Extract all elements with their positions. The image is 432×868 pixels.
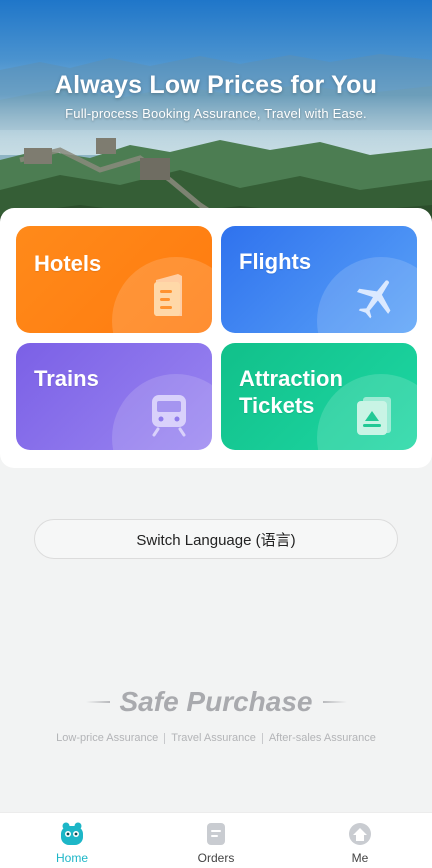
assurance-item: Travel Assurance <box>171 732 256 744</box>
services-panel: Hotels Flights Trains Attraction Tickets <box>0 208 432 468</box>
tab-orders-label: Orders <box>197 851 235 865</box>
decor-dash-left <box>85 701 110 703</box>
trains-label: Trains <box>34 366 99 391</box>
plane-icon <box>356 280 391 319</box>
hero-banner: Always Low Prices for You Full-process B… <box>0 0 432 240</box>
hero-title: Always Low Prices for You <box>54 71 378 99</box>
hotels-card[interactable]: Hotels <box>16 226 212 333</box>
decor-dash-right <box>322 701 347 703</box>
safe-purchase-title-row: Safe Purchase <box>0 686 432 718</box>
bottom-tab-bar: Home Orders Me <box>0 812 432 868</box>
tab-home[interactable]: Home <box>0 813 144 868</box>
safe-purchase-section: Safe Purchase Low-price Assurance Travel… <box>0 686 432 744</box>
flights-card[interactable]: Flights <box>221 226 417 333</box>
assurance-item: Low-price Assurance <box>56 732 159 744</box>
hero-subtitle: Full-process Booking Assurance, Travel w… <box>65 106 367 121</box>
divider <box>164 732 166 744</box>
ticket-icon <box>357 397 391 435</box>
assurance-list: Low-price Assurance Travel Assurance Aft… <box>0 732 432 744</box>
profile-icon <box>349 823 371 845</box>
safe-purchase-title: Safe Purchase <box>119 686 313 717</box>
switch-language-button[interactable]: Switch Language (语言) <box>34 519 398 559</box>
hotel-icon <box>154 274 182 316</box>
tab-home-label: Home <box>55 851 88 865</box>
trains-card[interactable]: Trains <box>16 343 212 450</box>
train-icon <box>152 395 186 437</box>
orders-icon <box>207 823 225 845</box>
flights-label: Flights <box>239 249 312 274</box>
assurance-item: After-sales Assurance <box>268 732 376 744</box>
tab-me[interactable]: Me <box>288 813 432 868</box>
home-mascot-icon <box>61 822 83 845</box>
tab-orders[interactable]: Orders <box>144 813 288 868</box>
divider <box>261 732 263 744</box>
hotels-label: Hotels <box>34 251 102 276</box>
tab-me-label: Me <box>351 851 369 865</box>
attraction-tickets-card[interactable]: Attraction Tickets <box>221 343 417 450</box>
